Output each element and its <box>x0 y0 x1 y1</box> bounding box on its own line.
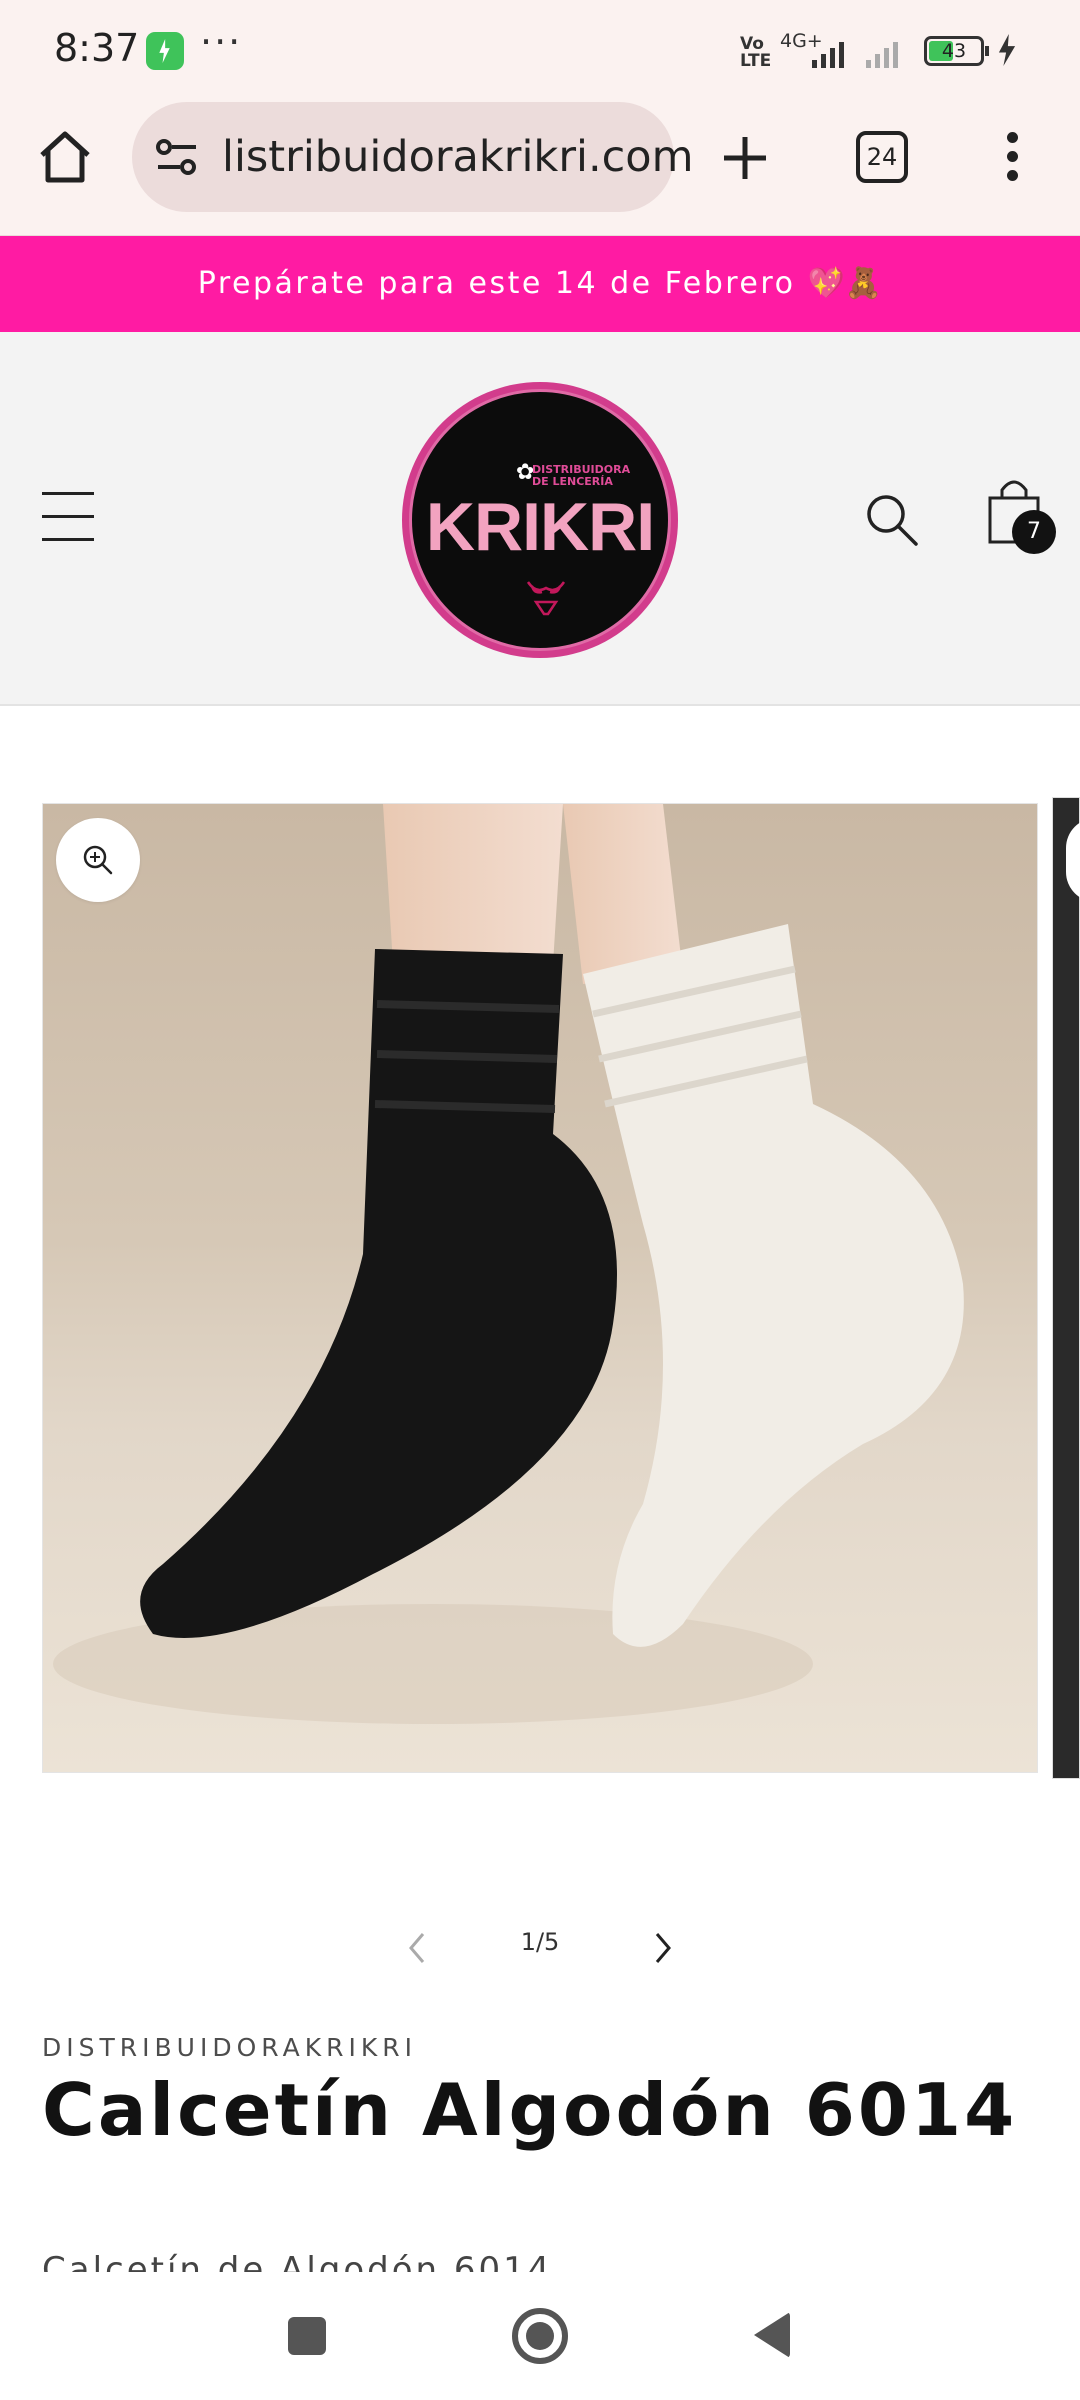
home-circle-icon[interactable] <box>512 2308 568 2364</box>
product-image[interactable] <box>42 803 1038 1773</box>
browser-toolbar: listribuidorakrikri.com 24 <box>0 100 1080 236</box>
zoom-in-icon <box>83 845 113 875</box>
battery-level: 43 <box>941 40 967 62</box>
chevron-right-icon[interactable] <box>651 1930 675 1966</box>
back-triangle-icon[interactable] <box>754 2312 790 2358</box>
signal-no-service-icon <box>866 38 898 68</box>
cart-count-badge: 7 <box>1012 510 1056 554</box>
product-vendor[interactable]: DISTRIBUIDORAKRIKRI <box>42 2033 417 2062</box>
more-vert-icon[interactable] <box>1007 132 1019 189</box>
lingerie-icon <box>526 581 566 616</box>
charging-icon <box>998 34 1016 66</box>
next-product-image[interactable] <box>1052 797 1080 1779</box>
store-logo[interactable]: ✿ DISTRIBUIDORA DE LENCERÍA KRIKRI <box>402 382 678 658</box>
slider-counter: 1/5 <box>520 1928 560 1956</box>
more-notifications-icon: ··· <box>200 20 243 64</box>
new-tab-icon[interactable] <box>720 133 770 183</box>
site-header: ✿ DISTRIBUIDORA DE LENCERÍA KRIKRI <box>0 332 1080 706</box>
menu-icon[interactable] <box>42 492 94 561</box>
tab-switcher-button[interactable]: 24 <box>856 131 908 183</box>
system-nav-bar <box>0 2272 1080 2400</box>
socks-photo <box>53 804 964 1724</box>
announcement-emoji: 💖🧸 <box>807 266 883 301</box>
shield-app-icon <box>146 32 184 70</box>
logo-tagline: DISTRIBUIDORA DE LENCERÍA <box>532 463 631 488</box>
signal-strength-icon <box>812 38 844 68</box>
product-title: Calcetín Algodón 6014 <box>42 2068 1018 2152</box>
search-icon[interactable] <box>864 492 920 548</box>
announcement-bar[interactable]: Prepárate para este 14 de Febrero 💖🧸 <box>0 236 1080 332</box>
site-settings-icon[interactable] <box>154 136 200 178</box>
home-icon[interactable] <box>36 128 94 186</box>
battery-icon: 43 <box>924 36 989 66</box>
chevron-left-icon[interactable] <box>405 1930 429 1966</box>
logo-brand: KRIKRI <box>425 489 655 565</box>
address-bar[interactable]: listribuidorakrikri.com <box>132 102 693 212</box>
url-text[interactable]: listribuidorakrikri.com <box>222 132 693 182</box>
volte-label: Vo LTE <box>740 34 772 71</box>
status-bar: 8:37 ··· Vo LTE 4G+ 43 <box>0 0 1080 100</box>
tab-count: 24 <box>866 143 898 171</box>
zoom-button[interactable] <box>56 818 140 902</box>
status-time: 8:37 <box>54 26 140 70</box>
recents-square-icon[interactable] <box>288 2317 326 2355</box>
announcement-text: Prepárate para este 14 de Febrero <box>197 266 796 301</box>
